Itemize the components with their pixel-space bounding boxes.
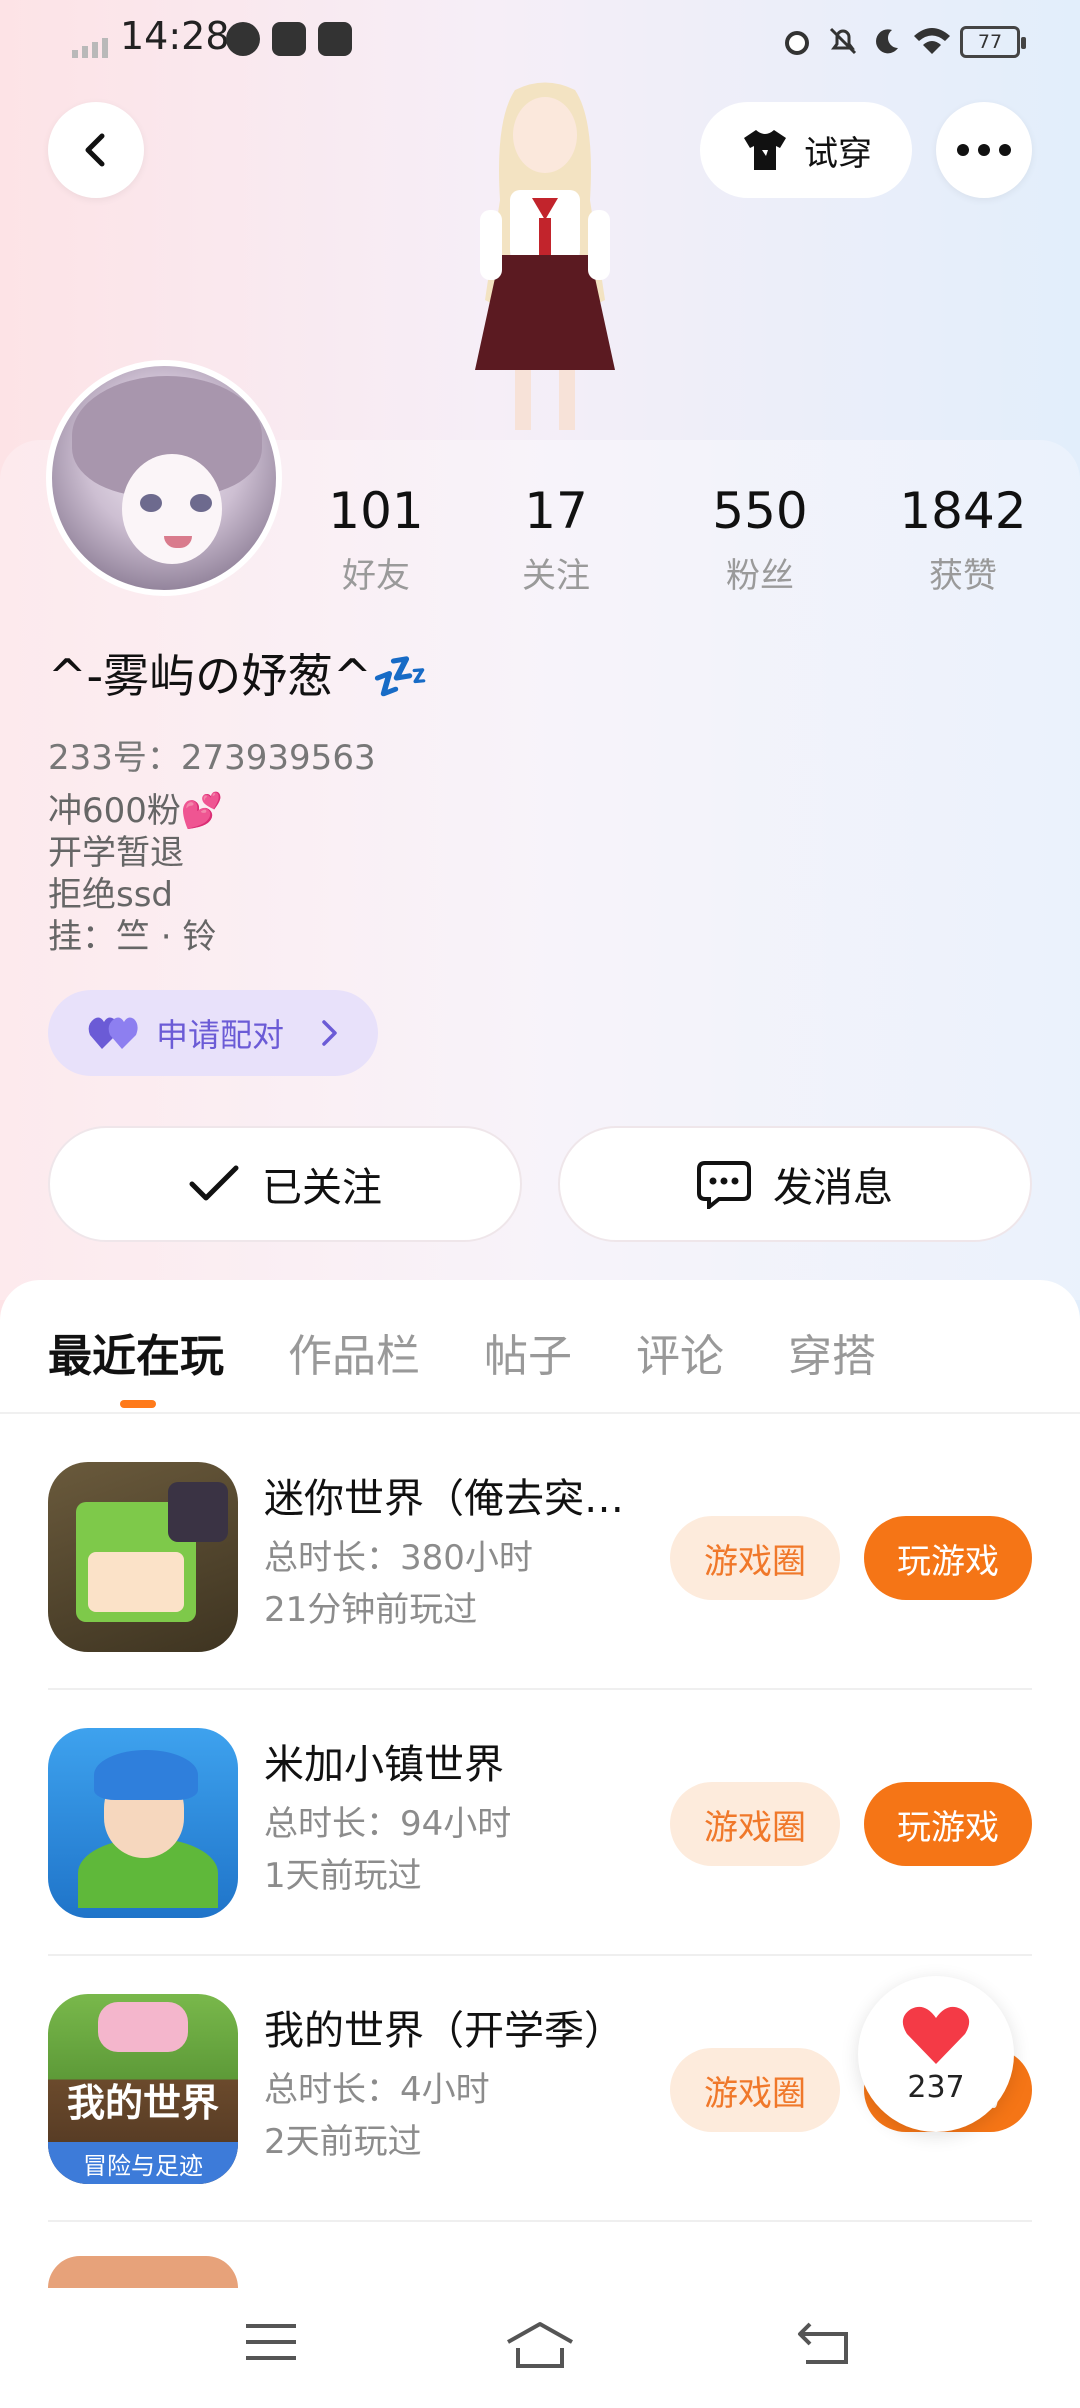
stat-friends[interactable]: 101 好友 <box>308 476 444 597</box>
stat-likes-label: 获赞 <box>929 556 997 596</box>
apply-pair-label: 申请配对 <box>156 1016 285 1054</box>
stat-following-label: 关注 <box>522 556 590 596</box>
game-last-played: 21分钟前玩过 <box>264 1590 478 1630</box>
bio: 冲600粉💕 开学暂退 拒绝ssd 挂：竺 · 铃 <box>48 790 223 958</box>
mute-bell-icon <box>829 27 857 55</box>
stat-fans-label: 粉丝 <box>726 556 794 596</box>
game-duration: 总时长：4小时 <box>264 2070 490 2110</box>
stat-friends-count: 101 <box>328 482 424 540</box>
row-divider <box>48 2220 1032 2222</box>
game-circle-button[interactable]: 游戏圈 <box>670 1516 840 1600</box>
more-button[interactable] <box>936 102 1032 198</box>
gamepad-icon <box>272 22 306 56</box>
wifi-icon <box>914 28 950 54</box>
chevron-right-icon <box>322 1020 337 1046</box>
send-message-button[interactable]: 发消息 <box>558 1126 1032 1242</box>
tab-recently-played[interactable]: 最近在玩 <box>48 1320 224 1408</box>
minecraft-subtitle-text: 冒险与足迹 <box>83 2152 203 2180</box>
tab-comments[interactable]: 评论 <box>636 1320 724 1384</box>
bio-line: 挂：竺 · 铃 <box>48 917 217 957</box>
minecraft-title-text: 我的世界 <box>66 2081 219 2125</box>
game-name: 迷你世界（俺去突… <box>264 1476 624 1522</box>
tab-divider <box>0 1412 1080 1414</box>
stat-likes-count: 1842 <box>899 482 1027 540</box>
more-dots-icon <box>957 144 1011 156</box>
video-icon <box>318 22 352 56</box>
following-button[interactable]: 已关注 <box>48 1126 522 1242</box>
play-game-button[interactable]: 玩游戏 <box>864 1782 1032 1866</box>
bio-line: 开学暂退 <box>48 833 184 873</box>
game-duration: 总时长：94小时 <box>264 1804 512 1844</box>
game-name: 米加小镇世界 <box>264 1742 504 1788</box>
game-last-played: 1天前玩过 <box>264 1856 422 1896</box>
bio-line: 冲600粉💕 <box>48 791 224 831</box>
signal-icon <box>72 38 108 58</box>
wechat-icon <box>226 22 260 56</box>
home-icon[interactable] <box>504 2320 576 2370</box>
back-nav-icon[interactable] <box>796 2320 852 2366</box>
game-duration: 总时长：380小时 <box>264 1538 533 1578</box>
moon-icon <box>876 29 898 54</box>
chevron-left-icon <box>85 133 105 167</box>
game-row[interactable]: 米加小镇世界 总时长：94小时 1天前玩过 游戏圈 玩游戏 <box>48 1728 1032 1994</box>
following-label: 已关注 <box>262 1165 382 1211</box>
profile-tabs: 最近在玩 作品栏 帖子 评论 穿搭 <box>48 1320 876 1408</box>
profile-stats: 101 好友 17 关注 550 粉丝 1842 获赞 <box>310 476 1070 597</box>
game-icon-partial[interactable] <box>48 2256 238 2288</box>
avatar-character-image[interactable] <box>420 80 670 440</box>
menu-icon[interactable] <box>244 2320 298 2364</box>
stat-fans[interactable]: 550 粉丝 <box>692 476 828 597</box>
stat-following[interactable]: 17 关注 <box>488 476 624 597</box>
tshirt-icon <box>744 130 786 170</box>
heart-icon <box>902 2006 970 2064</box>
apply-pair-button[interactable]: 申请配对 <box>48 990 378 1076</box>
try-on-label: 试穿 <box>804 133 872 174</box>
tab-works[interactable]: 作品栏 <box>288 1320 420 1384</box>
system-navbar <box>0 2288 1080 2408</box>
like-button[interactable]: 237 <box>858 1976 1014 2132</box>
content-panel: 最近在玩 作品栏 帖子 评论 穿搭 迷你世界（俺去突… 总时长：380小时 21… <box>0 1280 1080 2408</box>
play-game-button[interactable]: 玩游戏 <box>864 1516 1032 1600</box>
stat-likes[interactable]: 1842 获赞 <box>888 476 1038 597</box>
game-row[interactable]: 迷你世界（俺去突… 总时长：380小时 21分钟前玩过 游戏圈 玩游戏 <box>48 1462 1032 1728</box>
game-last-played: 2天前玩过 <box>264 2122 422 2162</box>
try-on-button[interactable]: 试穿 <box>700 102 912 198</box>
status-bar: 14:28 77 <box>0 0 1080 84</box>
game-icon-minecraft[interactable]: 我的世界 冒险与足迹 <box>48 1994 238 2184</box>
row-divider <box>48 1688 1032 1690</box>
status-time: 14:28 <box>120 14 230 58</box>
game-circle-button[interactable]: 游戏圈 <box>670 1782 840 1866</box>
nickname: ^-雾屿の妤葱^💤 <box>48 649 429 703</box>
battery-icon: 77 <box>960 26 1026 58</box>
avatar[interactable] <box>46 360 282 596</box>
alarm-icon <box>785 31 809 55</box>
chat-bubble-icon <box>697 1161 751 1209</box>
check-icon <box>189 1165 239 1201</box>
stat-following-count: 17 <box>524 482 588 540</box>
send-message-label: 发消息 <box>773 1165 893 1211</box>
game-icon-mini-world[interactable] <box>48 1462 238 1652</box>
tab-posts[interactable]: 帖子 <box>484 1320 572 1384</box>
like-count: 237 <box>907 2069 965 2105</box>
game-circle-button[interactable]: 游戏圈 <box>670 2048 840 2132</box>
back-button[interactable] <box>48 102 144 198</box>
double-heart-icon <box>88 1017 138 1049</box>
row-divider <box>48 1954 1032 1956</box>
stat-friends-label: 好友 <box>342 556 410 596</box>
game-name: 我的世界（开学季） <box>264 2008 624 2054</box>
stat-fans-count: 550 <box>712 482 808 540</box>
game-icon-miga-town[interactable] <box>48 1728 238 1918</box>
user-id[interactable]: 233号：273939563 <box>48 730 376 779</box>
bio-line: 拒绝ssd <box>48 875 174 915</box>
tab-outfits[interactable]: 穿搭 <box>788 1320 876 1384</box>
